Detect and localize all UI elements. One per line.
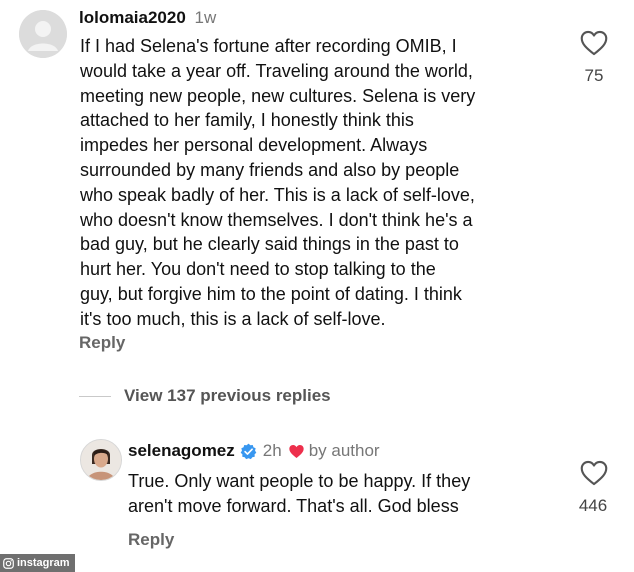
comment-time: 1w <box>194 8 217 27</box>
watermark: instagram <box>0 554 75 572</box>
comment-line: If I had Selena's fortune after recordin… <box>80 36 457 56</box>
comment-line: meeting new people, new cultures. Selena… <box>80 85 476 106</box>
comment-line: impedes her personal development. Always <box>80 135 428 156</box>
like-count: 75 <box>584 66 604 85</box>
comment-username[interactable]: lolomaia2020 <box>79 8 186 27</box>
comment-line: hurt her. You don't need to stop talking… <box>80 259 436 280</box>
view-replies-button[interactable]: View 137 previous replies <box>124 386 331 406</box>
comment-line: who doesn't know themselves. I don't thi… <box>80 209 473 230</box>
comment-line: who speak badly of her. This is a lack o… <box>80 184 475 205</box>
like-count: 446 <box>578 496 608 515</box>
comment-line: guy, but forgive him to the point of dat… <box>80 283 462 304</box>
reply-text: True. Only want people to be happy. If t… <box>128 469 568 519</box>
comment-header: lolomaia2020 1w <box>79 8 216 28</box>
reply-button[interactable]: Reply <box>79 333 125 353</box>
reply-avatar[interactable] <box>80 439 122 481</box>
like-heart-icon[interactable] <box>580 460 608 486</box>
avatar[interactable] <box>19 10 67 58</box>
by-author-label: by author <box>308 441 380 460</box>
reply-line: True. Only want people to be happy. If t… <box>128 471 471 491</box>
comment-text: If I had Selena's fortune after recordin… <box>80 34 570 332</box>
watermark-text: instagram <box>17 557 70 569</box>
profile-photo-icon <box>81 440 121 480</box>
reply-username[interactable]: selenagomez <box>128 441 235 461</box>
comment-line: it's too much, this is a lack of self-lo… <box>80 308 386 329</box>
reply-button[interactable]: Reply <box>128 530 174 550</box>
reply-time: 2h <box>262 441 282 460</box>
comment-line: bad guy, but he clearly said things in t… <box>80 234 459 255</box>
comment-line: attached to her family, I honestly think… <box>80 110 414 131</box>
divider-line <box>79 396 111 397</box>
verified-badge-icon <box>240 443 257 459</box>
reply-header: selenagomez 2h by author <box>128 441 380 461</box>
camera-icon <box>3 557 14 569</box>
reply-line: aren't move forward. That's all. God ble… <box>128 495 459 516</box>
like-heart-icon[interactable] <box>580 30 608 56</box>
default-avatar-icon <box>19 10 67 58</box>
comment-line: surrounded by many friends and also by p… <box>80 159 460 180</box>
author-liked-heart-icon <box>289 444 304 458</box>
comment-line: would take a year off. Traveling around … <box>80 60 473 81</box>
comment: lolomaia2020 1w If I had Selena's fortun… <box>0 0 634 360</box>
